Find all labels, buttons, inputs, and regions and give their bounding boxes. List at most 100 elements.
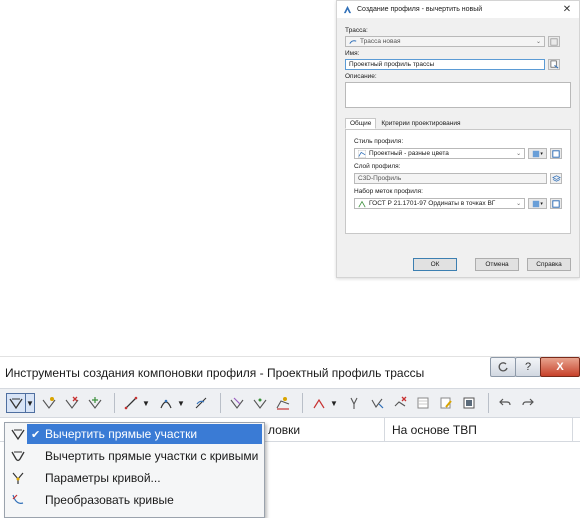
grid-view-button[interactable] (413, 393, 433, 413)
label-set-value: ГОСТ Р 21.1701-97 Ординаты в точках ВГ (369, 200, 496, 207)
autocad-civil-icon (343, 5, 352, 14)
refresh-icon (498, 362, 508, 372)
profile-style-label: Стиль профиля: (354, 138, 404, 145)
curve-tangent-button[interactable] (191, 393, 211, 413)
elevation-editor-button[interactable] (273, 393, 293, 413)
ok-button[interactable]: ОК (413, 258, 457, 271)
curve-dropdown[interactable]: ▼ (177, 399, 187, 408)
name-label: Имя: (345, 50, 360, 57)
menu-item-draw-tangents-with-curves[interactable]: Вычертить прямые участки с кривыми (5, 445, 264, 467)
copy-profile-button[interactable] (344, 393, 364, 413)
curve-tangent-icon (195, 397, 207, 409)
select-alignment-button[interactable] (548, 36, 560, 47)
column-divider (384, 418, 385, 442)
dialog-buttons: ОК Отмена Справка (345, 258, 571, 271)
edit-style-icon (533, 150, 540, 157)
menu-item-label: Преобразовать кривые (45, 493, 174, 507)
label-set-preview-button[interactable] (550, 198, 562, 209)
name-input[interactable]: Проектный профиль трассы (345, 59, 545, 70)
raise-lower-button[interactable] (309, 393, 329, 413)
pvi-based-button[interactable] (250, 393, 270, 413)
description-label: Описание: (345, 73, 377, 80)
delete-pvi-button[interactable] (62, 393, 82, 413)
tab-general[interactable]: Общие (345, 118, 377, 129)
undo-button[interactable] (495, 393, 515, 413)
dialog-titlebar: Создание профиля - вычертить новый ✕ (337, 1, 579, 18)
label-set-edit-button[interactable]: ▾ (528, 198, 548, 209)
tangent-dropdown[interactable]: ▼ (142, 399, 152, 408)
profile-style-select[interactable]: Проектный - разные цвета ⌄ (354, 148, 526, 159)
preview-icon (552, 149, 560, 158)
fixed-tangent-button[interactable] (121, 393, 141, 413)
delete-entity-button[interactable] (390, 393, 410, 413)
profile-style-value: Проектный - разные цвета (369, 150, 449, 157)
redo-button[interactable] (518, 393, 538, 413)
dialog-body: Трасса: Трасса новая ⌄ Имя: Проектный пр… (337, 18, 579, 277)
name-template-button[interactable] (548, 59, 560, 70)
dialog-close-button[interactable]: ✕ (561, 4, 573, 15)
copy-profile-icon (350, 397, 358, 409)
insert-pvi-icon (42, 397, 56, 409)
sub-entity-editor-icon (440, 397, 452, 409)
curve-icon (160, 399, 172, 409)
layers-icon (551, 175, 561, 182)
style-edit-button[interactable]: ▾ (528, 148, 548, 159)
description-input[interactable] (345, 82, 571, 108)
curve-settings-icon (8, 469, 28, 487)
preview-icon (552, 199, 560, 208)
tangents-icon (8, 425, 28, 443)
general-tab-panel: Стиль профиля: Проектный - разные цвета … (345, 130, 571, 234)
chevron-down-icon: ⌄ (535, 39, 541, 45)
profile-layer-value: C3D-Профиль (358, 175, 402, 182)
close-button[interactable]: X (540, 357, 580, 377)
column-header-pvi-based: На основе ТВП (392, 423, 477, 437)
label-set-icon (358, 200, 366, 207)
draw-tangents-button[interactable] (6, 393, 26, 413)
move-pvi-button[interactable] (85, 393, 105, 413)
tangents-icon (9, 398, 23, 410)
sub-entity-editor-button[interactable] (436, 393, 456, 413)
cancel-button[interactable]: Отмена (475, 258, 519, 271)
select-pvi-button[interactable] (367, 393, 387, 413)
column-divider (572, 418, 573, 442)
dialog-title: Создание профиля - вычертить новый (357, 6, 483, 13)
menu-item-label: Вычертить прямые участки (45, 427, 198, 441)
window-controls: ? X (490, 357, 580, 377)
layer-select-button[interactable] (550, 173, 562, 184)
alignment-value: Трасса новая (360, 38, 401, 45)
menu-item-draw-tangents[interactable]: ✔ Вычертить прямые участки (11, 424, 262, 444)
profile-style-icon (358, 149, 366, 158)
edit-label-set-icon (533, 200, 540, 207)
menu-item-convert-curves[interactable]: Преобразовать кривые (5, 489, 264, 511)
tangents-dropdown[interactable]: ▼ (25, 393, 35, 413)
label-set-select[interactable]: ГОСТ Р 21.1701-97 Ординаты в точках ВГ ⌄ (354, 198, 526, 209)
help-button[interactable]: Справка (527, 258, 571, 271)
raise-lower-dropdown[interactable]: ▼ (330, 399, 340, 408)
column-header-geometry: ловки (268, 423, 301, 437)
style-preview-button[interactable] (550, 148, 562, 159)
create-profile-dialog: Создание профиля - вычертить новый ✕ Тра… (336, 0, 580, 278)
menu-item-curve-settings[interactable]: Параметры кривой... (5, 467, 264, 489)
dialog-tabs: Общие Критерии проектирования (345, 118, 571, 130)
delete-entity-icon (394, 396, 407, 407)
curve-button[interactable] (156, 393, 176, 413)
profile-grid-icon (463, 397, 475, 409)
delete-pvi-icon (65, 396, 79, 409)
tools-toolbar: ▼ ▼ ▼ ▼ (0, 388, 580, 418)
alignment-label: Трасса: (345, 27, 368, 34)
help-button[interactable]: ? (515, 357, 541, 377)
restore-button[interactable] (490, 357, 516, 377)
chevron-down-icon: ⌄ (516, 151, 522, 157)
tangents-dropdown-menu: ✔ Вычертить прямые участки Вычертить пря… (4, 422, 265, 518)
insert-pvi-button[interactable] (39, 393, 59, 413)
tab-design-criteria[interactable]: Критерии проектирования (376, 118, 465, 129)
convert-button[interactable] (227, 393, 247, 413)
toolbar-separator (114, 393, 115, 413)
chevron-down-icon: ⌄ (516, 201, 522, 207)
pick-icon (550, 37, 558, 46)
checkmark-icon: ✔ (31, 428, 41, 441)
label-set-label: Набор меток профиля: (354, 188, 423, 195)
profile-grid-button[interactable] (459, 393, 479, 413)
alignment-select[interactable]: Трасса новая ⌄ (345, 36, 545, 47)
undo-icon (499, 398, 511, 406)
